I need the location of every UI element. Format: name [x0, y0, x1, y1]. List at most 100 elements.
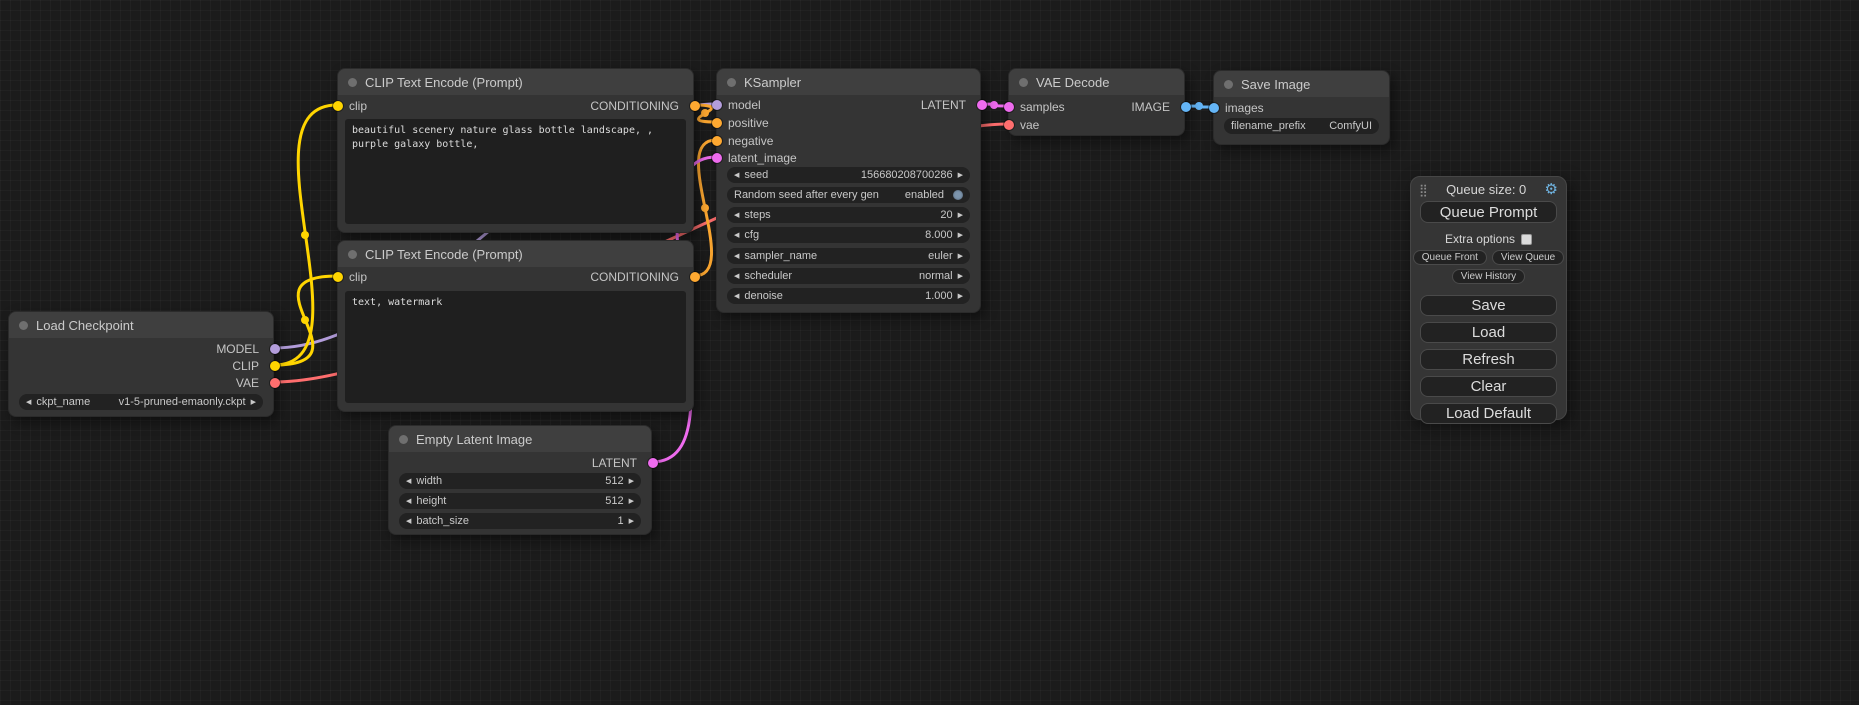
- load-button[interactable]: Load: [1420, 322, 1557, 343]
- queue-prompt-button[interactable]: Queue Prompt: [1420, 201, 1557, 223]
- view-queue-button[interactable]: View Queue: [1492, 250, 1564, 265]
- input-port-images[interactable]: [1209, 103, 1219, 113]
- input-port-positive[interactable]: [712, 118, 722, 128]
- widget-value: 512: [605, 495, 623, 507]
- node-ksampler[interactable]: KSampler model positive negative latent_…: [716, 68, 981, 313]
- node-vae-decode[interactable]: VAE Decode samples vae IMAGE: [1008, 68, 1185, 136]
- collapse-dot-icon[interactable]: [1224, 80, 1233, 89]
- output-port-conditioning[interactable]: [690, 101, 700, 111]
- collapse-dot-icon[interactable]: [399, 435, 408, 444]
- decrement-arrow-icon[interactable]: ◀: [406, 498, 411, 505]
- input-port-vae[interactable]: [1004, 120, 1014, 130]
- output-port-model[interactable]: [270, 344, 280, 354]
- increment-arrow-icon[interactable]: ▶: [958, 273, 963, 280]
- node-save-image[interactable]: Save Image images filename_prefix ComfyU…: [1213, 70, 1390, 145]
- extra-options-checkbox[interactable]: [1521, 234, 1532, 245]
- node-title-bar[interactable]: KSampler: [717, 69, 980, 95]
- view-history-button[interactable]: View History: [1452, 269, 1525, 284]
- widget-ckpt-name[interactable]: ◀ ckpt_name v1-5-pruned-emaonly.ckpt ▶: [19, 394, 263, 410]
- decrement-arrow-icon[interactable]: ◀: [734, 172, 739, 179]
- decrement-arrow-icon[interactable]: ◀: [734, 212, 739, 219]
- node-load-checkpoint[interactable]: Load Checkpoint MODEL CLIP VAE ◀ ckpt_na…: [8, 311, 274, 417]
- toggle-dot-icon[interactable]: [953, 190, 963, 200]
- refresh-button[interactable]: Refresh: [1420, 349, 1557, 370]
- prompt-textarea[interactable]: text, watermark: [345, 291, 686, 403]
- decrement-arrow-icon[interactable]: ◀: [734, 273, 739, 280]
- input-port-clip[interactable]: [333, 272, 343, 282]
- widget-width[interactable]: ◀ width 512 ▶: [399, 473, 641, 489]
- widget-random-seed-toggle[interactable]: Random seed after every gen enabled: [727, 187, 970, 203]
- widget-denoise[interactable]: ◀ denoise 1.000 ▶: [727, 288, 970, 304]
- increment-arrow-icon[interactable]: ▶: [958, 232, 963, 239]
- widget-filename-prefix[interactable]: filename_prefix ComfyUI: [1224, 118, 1379, 134]
- extra-options-label: Extra options: [1445, 232, 1515, 246]
- settings-gear-icon[interactable]: ⚙: [1545, 182, 1558, 197]
- collapse-dot-icon[interactable]: [19, 321, 28, 330]
- decrement-arrow-icon[interactable]: ◀: [406, 518, 411, 525]
- widget-seed[interactable]: ◀ seed 156680208700286 ▶: [727, 167, 970, 183]
- widget-value: normal: [919, 270, 953, 282]
- output-port-latent[interactable]: [648, 458, 658, 468]
- decrement-arrow-icon[interactable]: ◀: [734, 293, 739, 300]
- output-port-clip[interactable]: [270, 361, 280, 371]
- widget-value: 156680208700286: [861, 169, 953, 181]
- node-title-bar[interactable]: Load Checkpoint: [9, 312, 273, 338]
- widget-batch-size[interactable]: ◀ batch_size 1 ▶: [399, 513, 641, 529]
- clear-button[interactable]: Clear: [1420, 376, 1557, 397]
- node-title: CLIP Text Encode (Prompt): [365, 75, 523, 90]
- node-title: KSampler: [744, 75, 801, 90]
- view-history-row: View History: [1411, 269, 1566, 284]
- input-port-negative[interactable]: [712, 136, 722, 146]
- output-port-vae[interactable]: [270, 378, 280, 388]
- node-empty-latent-image[interactable]: Empty Latent Image LATENT ◀ width 512 ▶ …: [388, 425, 652, 535]
- prompt-textarea[interactable]: beautiful scenery nature glass bottle la…: [345, 119, 686, 224]
- decrement-arrow-icon[interactable]: ◀: [26, 399, 31, 406]
- increment-arrow-icon[interactable]: ▶: [629, 498, 634, 505]
- widget-steps[interactable]: ◀ steps 20 ▶: [727, 207, 970, 223]
- queue-size-label: Queue size: 0: [1428, 182, 1545, 197]
- queue-front-button[interactable]: Queue Front: [1413, 250, 1487, 265]
- save-button[interactable]: Save: [1420, 295, 1557, 316]
- decrement-arrow-icon[interactable]: ◀: [406, 478, 411, 485]
- spacer: [1411, 284, 1566, 292]
- widget-label: seed: [744, 169, 768, 181]
- increment-arrow-icon[interactable]: ▶: [958, 172, 963, 179]
- collapse-dot-icon[interactable]: [1019, 78, 1028, 87]
- decrement-arrow-icon[interactable]: ◀: [734, 232, 739, 239]
- drag-handle-icon[interactable]: ⣿: [1419, 184, 1428, 196]
- collapse-dot-icon[interactable]: [348, 78, 357, 87]
- widget-cfg[interactable]: ◀ cfg 8.000 ▶: [727, 227, 970, 243]
- node-title-bar[interactable]: CLIP Text Encode (Prompt): [338, 69, 693, 95]
- queue-panel-header[interactable]: ⣿ Queue size: 0 ⚙: [1411, 177, 1566, 198]
- decrement-arrow-icon[interactable]: ◀: [734, 253, 739, 260]
- widget-sampler-name[interactable]: ◀ sampler_name euler ▶: [727, 248, 970, 264]
- output-port-latent[interactable]: [977, 100, 987, 110]
- input-port-latent-image[interactable]: [712, 153, 722, 163]
- collapse-dot-icon[interactable]: [727, 78, 736, 87]
- increment-arrow-icon[interactable]: ▶: [958, 293, 963, 300]
- input-port-samples[interactable]: [1004, 102, 1014, 112]
- increment-arrow-icon[interactable]: ▶: [251, 399, 256, 406]
- widget-value: 1: [617, 515, 623, 527]
- increment-arrow-icon[interactable]: ▶: [958, 253, 963, 260]
- input-port-model[interactable]: [712, 100, 722, 110]
- output-port-conditioning[interactable]: [690, 272, 700, 282]
- increment-arrow-icon[interactable]: ▶: [629, 478, 634, 485]
- node-title-bar[interactable]: Empty Latent Image: [389, 426, 651, 452]
- collapse-dot-icon[interactable]: [348, 250, 357, 259]
- increment-arrow-icon[interactable]: ▶: [958, 212, 963, 219]
- input-label-negative: negative: [728, 134, 773, 148]
- node-title: Load Checkpoint: [36, 318, 134, 333]
- node-title-bar[interactable]: CLIP Text Encode (Prompt): [338, 241, 693, 267]
- input-port-clip[interactable]: [333, 101, 343, 111]
- increment-arrow-icon[interactable]: ▶: [629, 518, 634, 525]
- node-title-bar[interactable]: VAE Decode: [1009, 69, 1184, 95]
- widget-height[interactable]: ◀ height 512 ▶: [399, 493, 641, 509]
- node-title-bar[interactable]: Save Image: [1214, 71, 1389, 97]
- output-port-image[interactable]: [1181, 102, 1191, 112]
- widget-scheduler[interactable]: ◀ scheduler normal ▶: [727, 268, 970, 284]
- load-default-button[interactable]: Load Default: [1420, 403, 1557, 424]
- node-graph-canvas[interactable]: { "icons": { "arrow_left": "◀", "arrow_r…: [0, 0, 1859, 705]
- node-clip-text-encode-positive[interactable]: CLIP Text Encode (Prompt) clip CONDITION…: [337, 68, 694, 233]
- node-clip-text-encode-negative[interactable]: CLIP Text Encode (Prompt) clip CONDITION…: [337, 240, 694, 412]
